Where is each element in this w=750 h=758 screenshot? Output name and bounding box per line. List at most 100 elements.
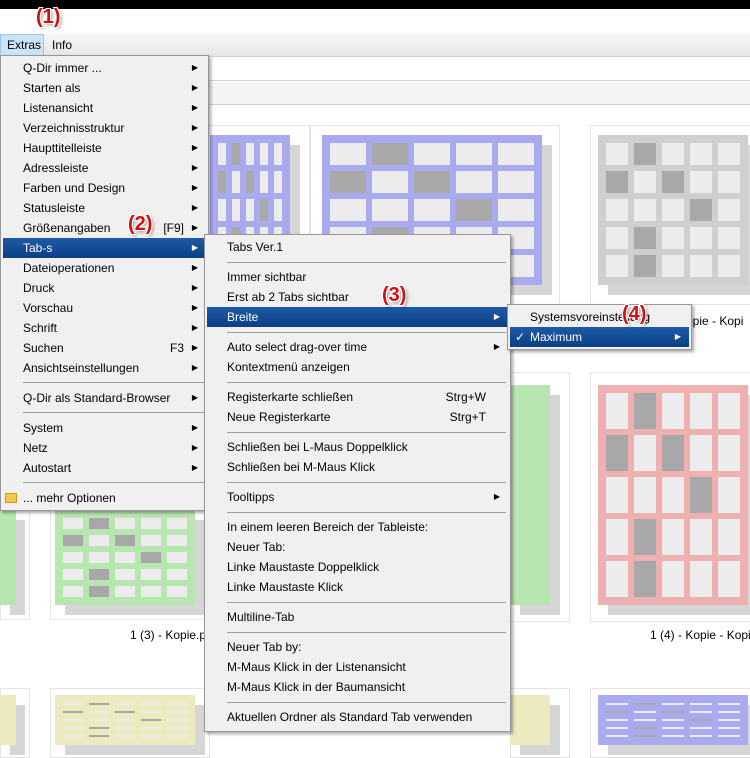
- callout-4: (4): [622, 303, 647, 325]
- menu-item[interactable]: Kontextmenü anzeigen: [207, 357, 508, 377]
- menu-item[interactable]: Suchen F3 ▶: [3, 338, 206, 358]
- menu-item[interactable]: Tab-s ▶: [3, 238, 206, 258]
- menu-item[interactable]: Neuer Tab:: [207, 537, 508, 557]
- menu-item[interactable]: Adressleiste ▶: [3, 158, 206, 178]
- menu-item-label: Kontextmenü anzeigen: [227, 360, 350, 374]
- menu-item[interactable]: Starten als ▶: [3, 78, 206, 98]
- thumbnail-cell: [634, 719, 656, 721]
- menu-separator: [227, 332, 506, 333]
- submenu-arrow-icon: ▶: [191, 243, 198, 252]
- menu-item-label: Haupttitelleiste: [23, 141, 102, 155]
- file-thumbnail[interactable]: [55, 510, 205, 615]
- menu-item-label: M-Maus Klick in der Listenansicht: [227, 660, 406, 674]
- menu-item[interactable]: Tabs Ver.1: [207, 237, 508, 257]
- menu-item-label: Multiline-Tab: [227, 610, 295, 624]
- menu-item[interactable]: Multiline-Tab: [207, 607, 508, 627]
- menu-item[interactable]: Druck ▶: [3, 278, 206, 298]
- menu-item[interactable]: M-Maus Klick in der Listenansicht: [207, 657, 508, 677]
- thumbnail-cell: [606, 477, 628, 513]
- thumbnail-cell: [606, 711, 628, 713]
- thumbnail-cell: [690, 393, 712, 429]
- thumbnail-cell: [63, 719, 83, 721]
- menu-item[interactable]: Neuer Tab by:: [207, 637, 508, 657]
- file-thumbnail[interactable]: [598, 135, 750, 295]
- menu-item[interactable]: System ▶: [3, 418, 206, 438]
- menu-item[interactable]: Verzeichnisstruktur ▶: [3, 118, 206, 138]
- thumbnail-cell: [634, 703, 656, 705]
- file-thumbnail[interactable]: [598, 695, 750, 755]
- menu-item[interactable]: Systemsvoreinstellung: [510, 307, 689, 327]
- file-thumbnail[interactable]: [55, 695, 205, 755]
- menu-item[interactable]: Aktuellen Ordner als Standard Tab verwen…: [207, 707, 508, 727]
- menu-item[interactable]: Immer sichtbar: [207, 267, 508, 287]
- menu-item[interactable]: Erst ab 2 Tabs sichtbar: [207, 287, 508, 307]
- file-thumbnail[interactable]: [0, 695, 25, 755]
- menu-info[interactable]: Info: [46, 34, 78, 56]
- submenu-arrow-icon: ▶: [191, 393, 198, 402]
- thumbnail-cell: [115, 711, 135, 713]
- thumbnail-cell: [690, 227, 712, 249]
- menu-item-label: Maximum: [530, 330, 583, 344]
- file-thumbnail[interactable]: [598, 385, 750, 615]
- thumbnail-cell: [690, 435, 712, 471]
- menu-item[interactable]: In einem leeren Bereich der Tableiste:: [207, 517, 508, 537]
- thumbnail-grid: [518, 703, 542, 737]
- menu-item-label: Auto select drag-over time: [227, 340, 368, 354]
- thumbnail-grid: [606, 143, 740, 277]
- menu-bar: Extras Info: [0, 34, 750, 57]
- submenu-arrow-icon: ▶: [191, 203, 198, 212]
- submenu-arrow-icon: ▶: [191, 103, 198, 112]
- menu-item[interactable]: Neue Registerkarte Strg+T: [207, 407, 508, 427]
- menu-item[interactable]: Q-Dir immer ... ▶: [3, 58, 206, 78]
- menu-separator: [227, 262, 506, 263]
- thumbnail-cell: [246, 199, 254, 221]
- file-thumbnail[interactable]: [510, 695, 560, 755]
- thumbnail-cell: [690, 143, 712, 165]
- menu-item[interactable]: Farben und Design ▶: [3, 178, 206, 198]
- menu-item[interactable]: Vorschau ▶: [3, 298, 206, 318]
- menu-item-label: Registerkarte schließen: [227, 390, 354, 404]
- menu-item[interactable]: Haupttitelleiste ▶: [3, 138, 206, 158]
- submenu-arrow-icon: ▶: [191, 223, 198, 232]
- file-thumbnail[interactable]: [510, 385, 560, 615]
- menu-separator: [23, 412, 204, 413]
- thumbnail-cell: [662, 199, 684, 221]
- submenu-arrow-icon: ▶: [191, 423, 198, 432]
- menu-item[interactable]: Schließen bei L-Maus Doppelklick: [207, 437, 508, 457]
- thumbnail-cell: [372, 171, 408, 193]
- thumbnail-cell: [690, 703, 712, 705]
- menu-item[interactable]: Statusleiste ▶: [3, 198, 206, 218]
- menu-item[interactable]: Linke Maustaste Klick: [207, 577, 508, 597]
- menu-extras[interactable]: Extras: [0, 34, 44, 56]
- menu-item[interactable]: Registerkarte schließen Strg+W: [207, 387, 508, 407]
- menu-item[interactable]: Q-Dir als Standard-Browser ▶: [3, 388, 206, 408]
- extras-menu: Q-Dir immer ... ▶ Starten als ▶ Listenansich…: [0, 55, 209, 511]
- menu-item[interactable]: ✓ Maximum ▶: [510, 327, 689, 347]
- file-label[interactable]: 1 (4) - Kopie - Kopi: [650, 628, 750, 642]
- thumbnail-cell: [63, 518, 83, 529]
- menu-item[interactable]: Schließen bei M-Maus Klick: [207, 457, 508, 477]
- thumbnail-grid: [606, 703, 740, 737]
- thumbnail-cell: [662, 711, 684, 713]
- menu-item[interactable]: Auto select drag-over time ▶: [207, 337, 508, 357]
- menu-item[interactable]: Listenansicht ▶: [3, 98, 206, 118]
- menu-item[interactable]: Breite ▶: [207, 307, 508, 327]
- menu-item[interactable]: Netz ▶: [3, 438, 206, 458]
- menu-item[interactable]: Autostart ▶: [3, 458, 206, 478]
- thumbnail-cell: [89, 586, 109, 597]
- thumbnail-cell: [63, 569, 83, 580]
- menu-item[interactable]: Ansichtseinstellungen ▶: [3, 358, 206, 378]
- menu-item[interactable]: ... mehr Optionen: [3, 488, 206, 508]
- menu-item[interactable]: Dateioperationen ▶: [3, 258, 206, 278]
- menu-item-label: Dateioperationen: [23, 261, 115, 275]
- file-label[interactable]: 1 (3) - Kopie.p: [130, 628, 206, 642]
- menu-item[interactable]: M-Maus Klick in der Baumansicht: [207, 677, 508, 697]
- menu-item[interactable]: Linke Maustaste Doppelklick: [207, 557, 508, 577]
- menu-item[interactable]: Größenangaben [F9] ▶: [3, 218, 206, 238]
- thumbnail-cell: [718, 435, 740, 471]
- thumbnail-cell: [115, 719, 135, 721]
- thumbnail-cell: [89, 727, 109, 729]
- menu-item[interactable]: Tooltipps ▶: [207, 487, 508, 507]
- file-thumbnail[interactable]: [0, 510, 25, 615]
- menu-item[interactable]: Schrift ▶: [3, 318, 206, 338]
